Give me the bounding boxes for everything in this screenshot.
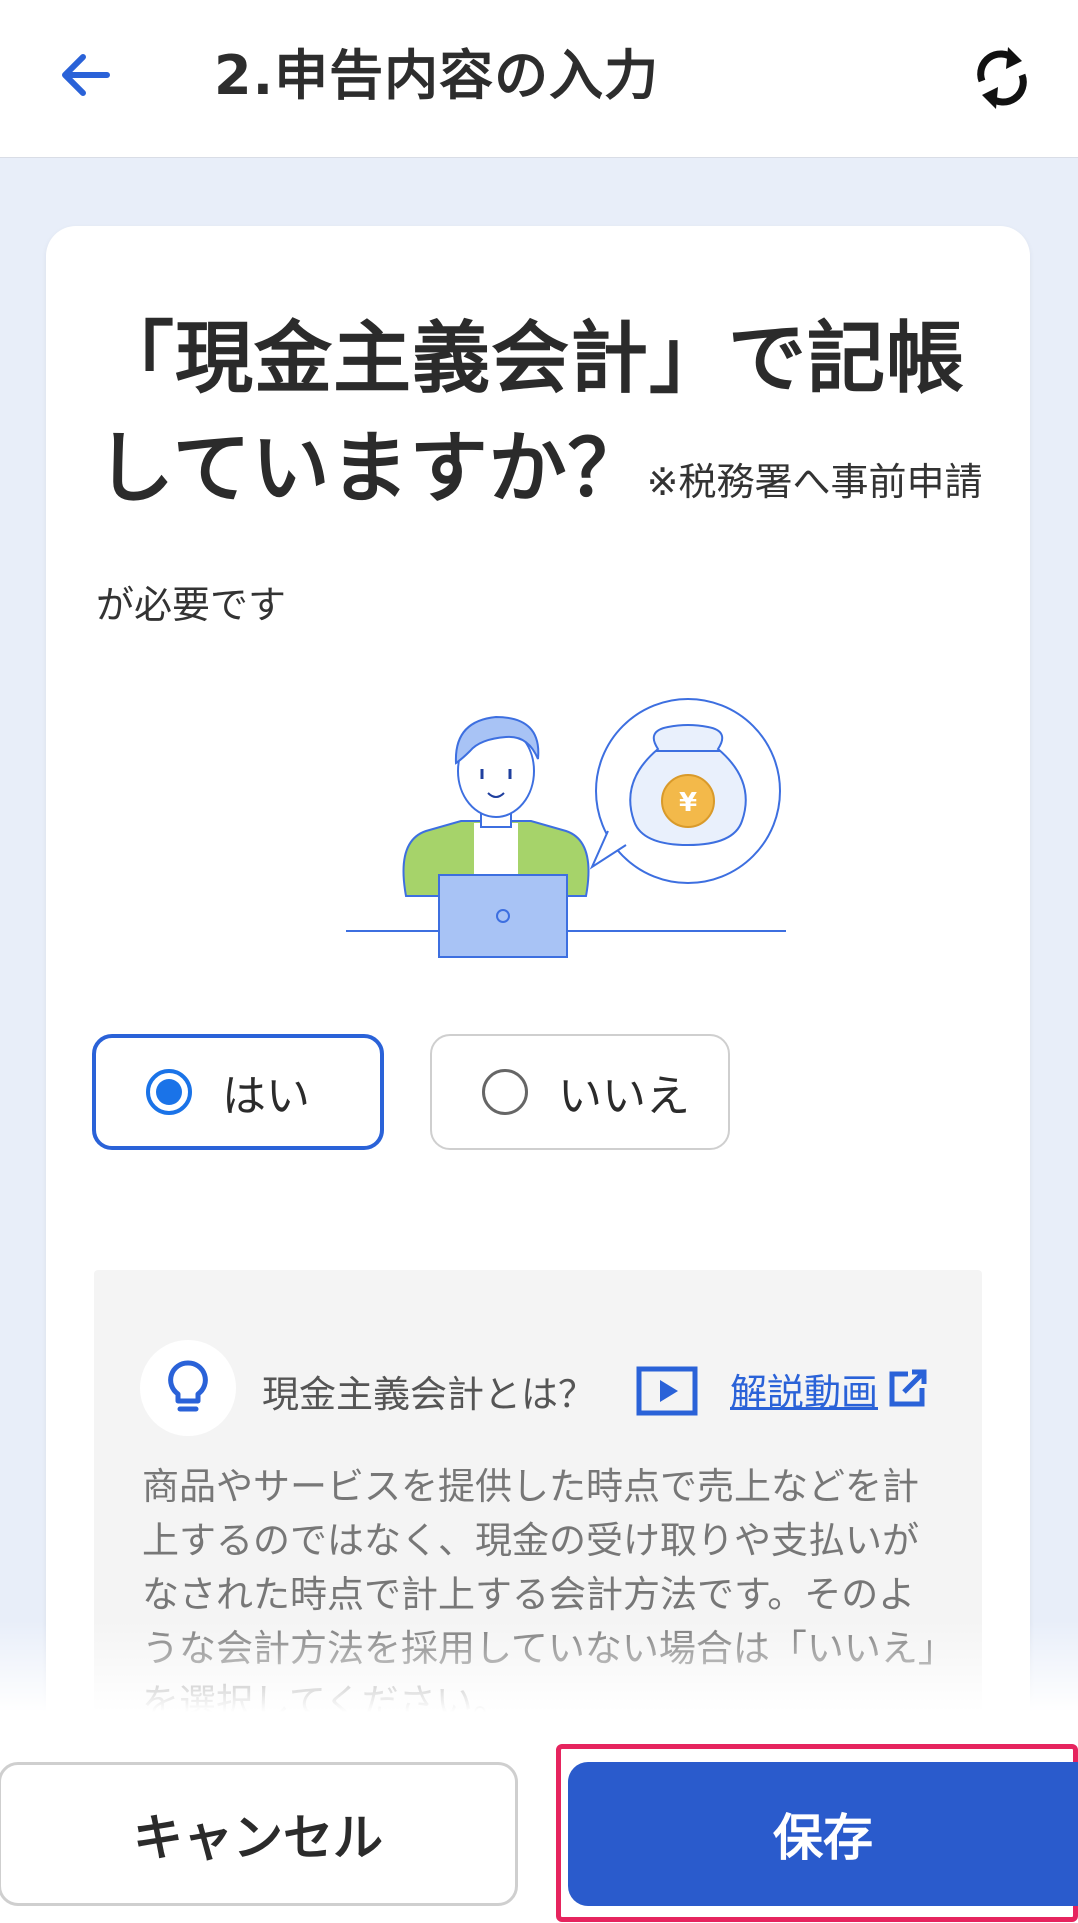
info-title: 現金主義会計とは？ xyxy=(262,1373,595,1416)
page-title: 2.申告内容の入力 xyxy=(214,44,660,107)
play-video-icon[interactable] xyxy=(636,1366,698,1416)
back-button[interactable] xyxy=(40,30,130,120)
question-card: 「現金主義会計」で記帳していますか？※税務署へ事前申請が必要です ¥ はい いい… xyxy=(46,226,1030,1826)
refresh-icon xyxy=(977,47,1027,109)
radio-checked-icon[interactable] xyxy=(146,1069,192,1115)
video-link-label: 解説動画 xyxy=(730,1371,878,1414)
option-yes-label: はい xyxy=(222,1071,310,1122)
bottom-fade xyxy=(0,1620,1078,1712)
refresh-button[interactable] xyxy=(954,30,1050,126)
option-no[interactable]: いいえ xyxy=(430,1034,730,1150)
option-no-label: いいえ xyxy=(558,1071,690,1122)
option-yes[interactable]: はい xyxy=(92,1034,384,1150)
arrow-left-icon xyxy=(62,54,110,96)
cash-accounting-illustration: ¥ xyxy=(346,698,786,958)
lightbulb-badge xyxy=(140,1340,236,1436)
cancel-button[interactable]: キャンセル xyxy=(0,1762,518,1906)
question-text: 「現金主義会計」で記帳していますか？※税務署へ事前申請が必要です xyxy=(96,304,996,660)
radio-unchecked-icon[interactable] xyxy=(482,1069,528,1115)
external-link-icon xyxy=(889,1369,927,1407)
bottom-action-bar: キャンセル 保存 xyxy=(0,1712,1078,1923)
app-header: 2.申告内容の入力 xyxy=(0,0,1078,158)
save-button[interactable]: 保存 xyxy=(568,1762,1078,1906)
svg-text:¥: ¥ xyxy=(679,788,697,818)
lightbulb-icon xyxy=(168,1360,208,1412)
video-link[interactable]: 解説動画 xyxy=(730,1362,928,1416)
